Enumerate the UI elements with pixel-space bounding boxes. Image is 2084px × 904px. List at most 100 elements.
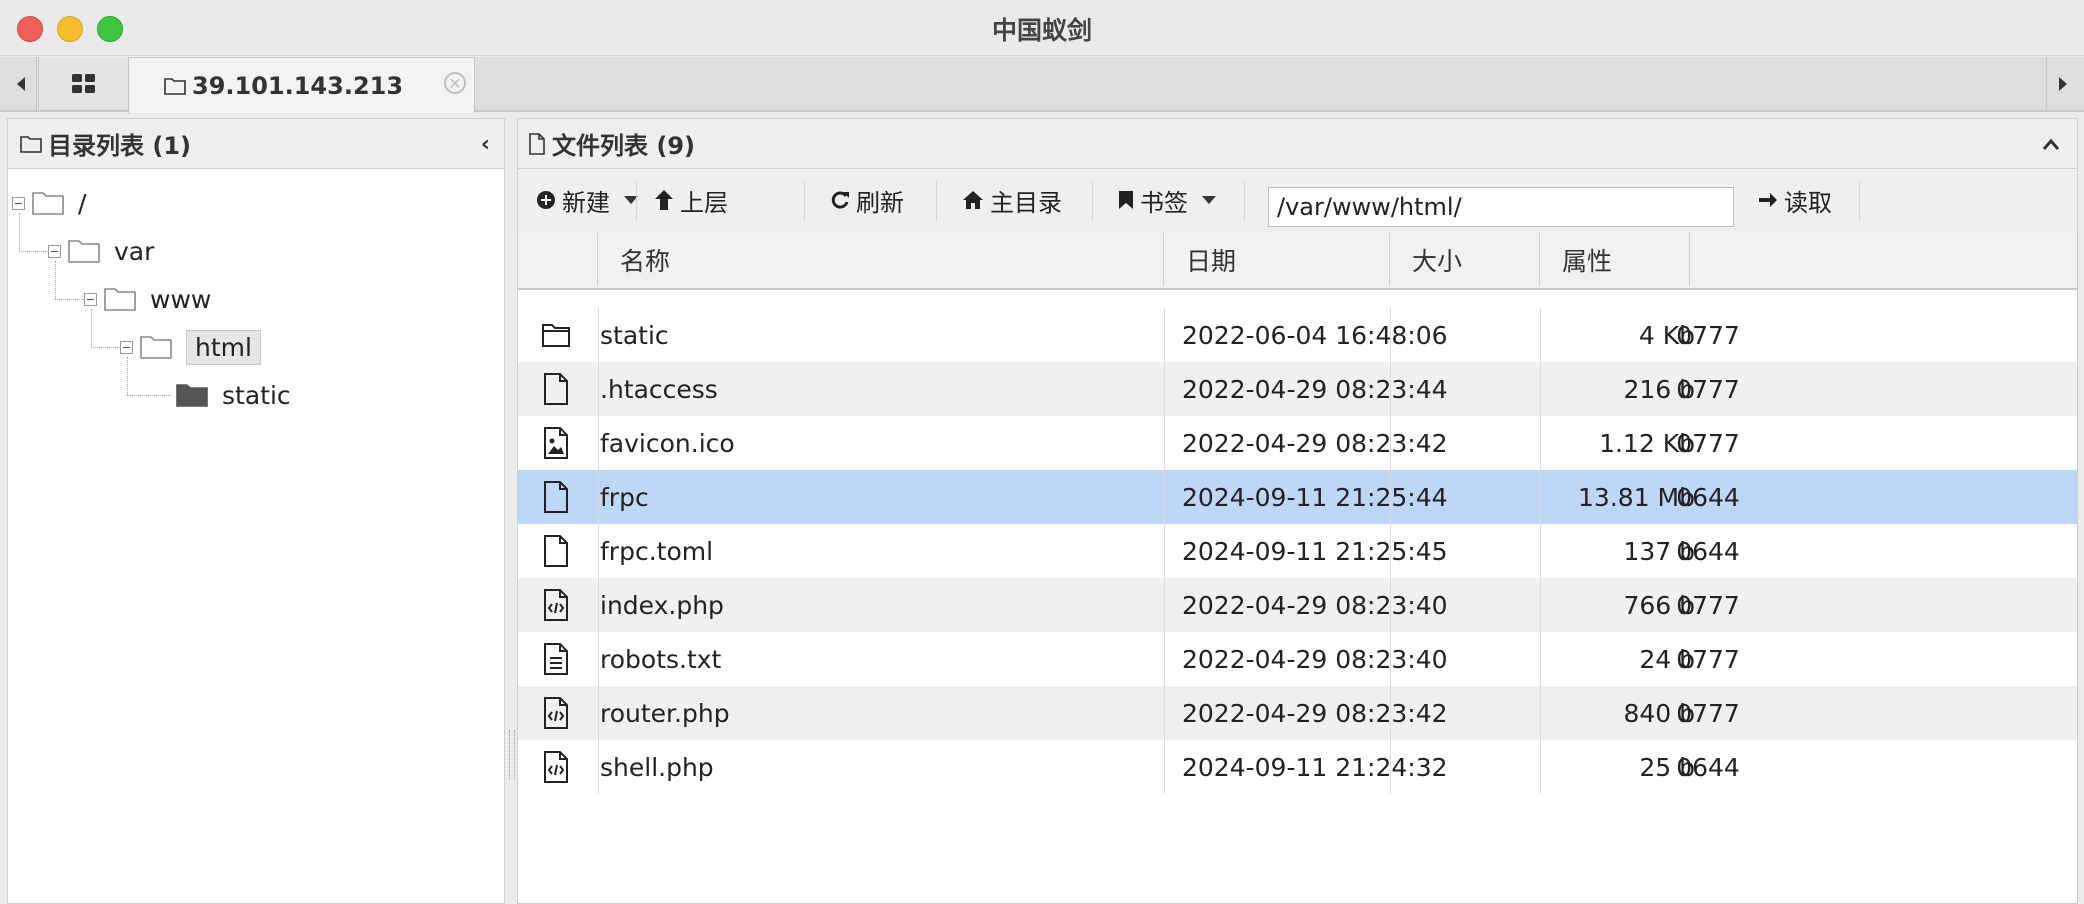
parent-directory-button[interactable]: 上层 <box>654 179 728 221</box>
tree-node-[interactable]: / <box>12 183 86 223</box>
tree-collapse-toggle[interactable] <box>120 340 133 354</box>
file-row[interactable]: index.php 2022-04-29 08:23:40 766 b 0777 <box>518 578 2077 632</box>
tab-home[interactable] <box>38 57 130 111</box>
column-header-size-label: 大小 <box>1412 246 1463 276</box>
file-row[interactable]: favicon.ico 2022-04-29 08:23:42 1.12 Kb 077… <box>518 416 2077 470</box>
refresh-icon <box>831 191 849 209</box>
file-name: .htaccess <box>600 374 718 404</box>
home-directory-button[interactable]: 主目录 <box>962 179 1062 221</box>
file-icon <box>518 362 594 416</box>
file-name: robots.txt <box>600 644 722 674</box>
tree-collapse-toggle[interactable] <box>12 196 25 210</box>
column-header-attr[interactable]: 属性 <box>1540 233 1690 286</box>
tree-node-label: / <box>78 188 87 218</box>
code-file-icon <box>518 578 594 632</box>
file-name: frpc.toml <box>600 536 714 566</box>
bookmark-button[interactable]: 书签 <box>1118 179 1216 221</box>
file-outline-icon <box>529 132 545 155</box>
caret-right-icon <box>2059 76 2067 91</box>
tree-collapse-toggle[interactable] <box>84 292 97 306</box>
chevron-up-icon[interactable] <box>2041 129 2061 159</box>
folder-icon <box>104 287 136 311</box>
file-attr: 0644 <box>1676 482 1740 512</box>
bookmark-icon <box>1119 191 1133 209</box>
file-name: favicon.ico <box>600 428 735 458</box>
tree-connector <box>55 299 84 300</box>
grid-icon <box>72 73 95 93</box>
file-row[interactable]: shell.php 2024-09-11 21:24:32 25 b 0644 <box>518 740 2077 794</box>
parent-directory-label: 上层 <box>680 188 728 217</box>
code-file-icon <box>518 686 594 740</box>
tree-connector <box>127 395 171 396</box>
file-name: static <box>600 320 669 350</box>
folder-outline-icon <box>20 135 42 153</box>
column-header-size[interactable]: 大小 <box>1390 233 1540 286</box>
file-attr: 0777 <box>1676 374 1740 404</box>
file-grid-header: 名称 日期 大小 属性 <box>518 233 2077 290</box>
file-row[interactable]: robots.txt 2022-04-29 08:23:40 24 b 0777 <box>518 632 2077 686</box>
tree-node-static[interactable]: static <box>156 375 291 415</box>
directory-panel-title: 目录列表 (1) <box>48 132 191 160</box>
column-divider <box>1164 632 1165 686</box>
code-file-icon <box>518 740 594 794</box>
file-row[interactable]: .htaccess 2022-04-29 08:23:44 216 b 0777 <box>518 362 2077 416</box>
directory-panel-header: 目录列表 (1) ‹ <box>8 119 504 169</box>
tab-close-icon[interactable]: ✕ <box>444 72 466 94</box>
tree-connector <box>91 347 120 348</box>
refresh-label: 刷新 <box>856 188 904 217</box>
toolbar-divider <box>1092 181 1093 221</box>
read-path-button[interactable]: 读取 <box>1758 179 1832 221</box>
column-divider <box>1164 740 1165 794</box>
file-row[interactable]: frpc 2024-09-11 21:25:44 13.81 Mb 0644 <box>518 470 2077 524</box>
file-panel-title: 文件列表 (9) <box>552 132 695 160</box>
file-name: frpc <box>600 482 649 512</box>
tab-scroll-left-button[interactable] <box>6 57 37 110</box>
path-input[interactable] <box>1268 187 1734 227</box>
toolbar-divider <box>804 181 805 221</box>
folder-icon <box>68 239 100 263</box>
toolbar-divider <box>936 181 937 221</box>
plus-circle-icon <box>537 191 555 209</box>
refresh-button[interactable]: 刷新 <box>830 179 904 221</box>
column-header-date-label: 日期 <box>1186 246 1237 276</box>
collapse-left-icon[interactable]: ‹ <box>481 132 490 157</box>
image-file-icon <box>518 416 594 470</box>
tree-collapse-toggle[interactable] <box>48 244 61 258</box>
tree-connector <box>19 251 48 252</box>
splitter-grip[interactable] <box>509 730 515 780</box>
tree-node-label: html <box>186 329 261 365</box>
home-icon <box>963 191 983 209</box>
toolbar-divider <box>1859 181 1860 221</box>
folder-outline-icon <box>164 77 186 95</box>
panel-splitter[interactable] <box>505 118 517 904</box>
tree-node-label: var <box>114 236 155 266</box>
tree-node-www[interactable]: www <box>84 279 211 319</box>
column-divider <box>1164 524 1165 578</box>
tree-node-label: static <box>222 380 291 410</box>
folder-icon <box>518 308 594 362</box>
new-button[interactable]: 新建 <box>536 179 638 221</box>
file-row[interactable]: router.php 2022-04-29 08:23:42 840 b 0777 <box>518 686 2077 740</box>
new-button-label: 新建 <box>562 188 610 217</box>
column-header-date[interactable]: 日期 <box>1164 233 1390 286</box>
column-divider <box>1164 362 1165 416</box>
file-row[interactable]: frpc.toml 2024-09-11 21:25:45 137 b 0644 <box>518 524 2077 578</box>
tab-scroll-right-button[interactable] <box>2046 57 2079 110</box>
tree-node-var[interactable]: var <box>48 231 154 271</box>
tab-bar: 39.101.143.213 ✕ <box>0 57 2084 113</box>
file-attr: 0777 <box>1676 428 1740 458</box>
file-name: index.php <box>600 590 724 620</box>
file-attr: 0777 <box>1676 698 1740 728</box>
file-name: router.php <box>600 698 730 728</box>
file-row[interactable]: static 2022-06-04 16:48:06 4 Kb 0777 <box>518 308 2077 362</box>
folder-filled-icon <box>176 383 208 407</box>
tree-node-html[interactable]: html <box>120 327 261 367</box>
column-divider <box>1164 470 1165 524</box>
tab-host[interactable]: 39.101.143.213 ✕ <box>128 57 475 113</box>
file-icon <box>518 524 594 578</box>
tree-connector <box>127 357 128 395</box>
read-path-label: 读取 <box>1784 188 1832 217</box>
column-divider <box>1164 416 1165 470</box>
column-header-name[interactable]: 名称 <box>598 233 1164 286</box>
toolbar-divider <box>636 181 637 221</box>
